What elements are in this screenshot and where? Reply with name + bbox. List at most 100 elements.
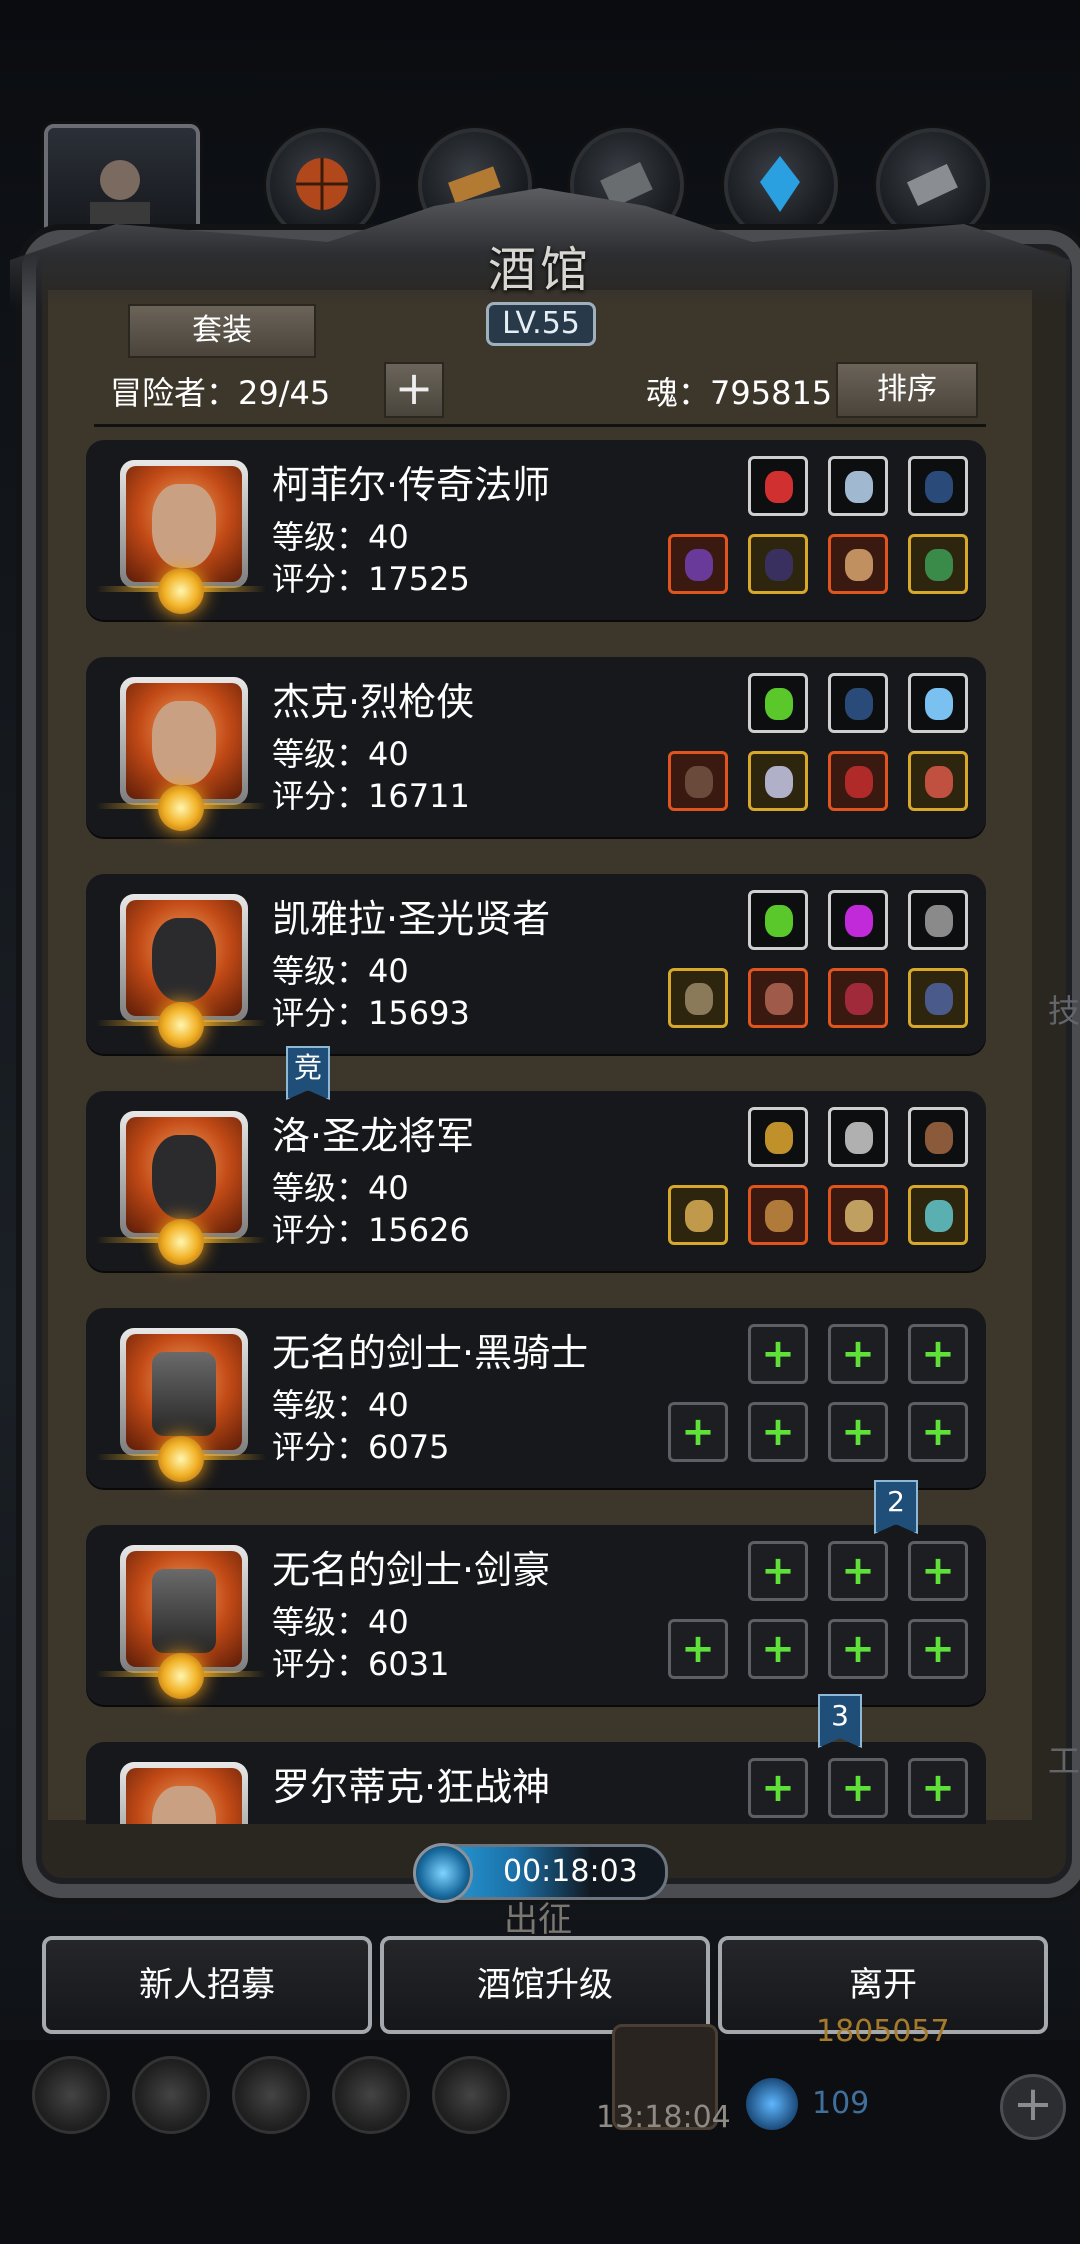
equipment-slot[interactable] (828, 1185, 888, 1245)
empty-equipment-slot[interactable]: + (748, 1619, 808, 1679)
equipment-icon (685, 1200, 713, 1232)
add-currency-button[interactable]: + (1000, 2074, 1066, 2140)
game-clock: 13:18:04 (596, 2100, 731, 2135)
tab-crystal[interactable] (724, 128, 838, 242)
equipment-slot[interactable] (828, 968, 888, 1028)
equipment-icon (765, 471, 793, 503)
panel-title: 酒馆 (487, 242, 592, 298)
equipment-slot[interactable] (668, 1185, 728, 1245)
hero-level: 等级：40 (272, 1603, 409, 1641)
tab-basketball[interactable] (266, 128, 380, 242)
empty-equipment-slot[interactable]: + (748, 1324, 808, 1384)
settings-icon[interactable] (32, 2056, 110, 2134)
equipment-icon (765, 1122, 793, 1154)
equipment-slot[interactable] (908, 534, 968, 594)
equipment-slot[interactable] (908, 1185, 968, 1245)
hero-card[interactable]: 罗尔蒂克·狂战神 + + + (86, 1742, 986, 1824)
hero-level: 等级：40 (272, 1386, 409, 1424)
equipment-slot[interactable] (908, 751, 968, 811)
equipment-icon (685, 983, 713, 1015)
equipment-icon (765, 1200, 793, 1232)
empty-equipment-slot[interactable]: + (828, 1541, 888, 1601)
equipment-slot[interactable] (908, 673, 968, 733)
equipment-icon (925, 766, 953, 798)
hero-card[interactable]: 凯雅拉·圣光贤者 等级：40 评分：15693 (86, 874, 986, 1054)
hero-avatar (152, 918, 216, 1002)
equipment-slot[interactable] (828, 751, 888, 811)
hero-card[interactable]: 无名的剑士·剑豪 等级：40 评分：6031 + + + + + + + (86, 1525, 986, 1705)
equipment-slot[interactable] (748, 534, 808, 594)
equipment-icon (845, 1200, 873, 1232)
hero-name: 无名的剑士·黑骑士 (272, 1331, 589, 1375)
equipment-icon (765, 549, 793, 581)
equipment-slot[interactable] (828, 673, 888, 733)
empty-equipment-slot[interactable]: + (668, 1402, 728, 1462)
equipment-slot[interactable] (748, 751, 808, 811)
set-button[interactable]: 套装 (128, 304, 316, 358)
hero-card[interactable]: 柯菲尔·传奇法师 等级：40 评分：17525 (86, 440, 986, 620)
hero-card[interactable]: 洛·圣龙将军 等级：40 评分：15626 (86, 1091, 986, 1271)
rank-emblem-icon (158, 1219, 204, 1265)
empty-equipment-slot[interactable]: + (908, 1541, 968, 1601)
equipment-slot[interactable] (748, 673, 808, 733)
hero-name: 柯菲尔·传奇法师 (272, 463, 551, 507)
hero-list[interactable]: 柯菲尔·传奇法师 等级：40 评分：17525 杰克·烈枪侠 等级：40 评分：16711… (86, 440, 986, 1824)
equipment-slot[interactable] (828, 456, 888, 516)
hero-avatar (152, 1135, 216, 1219)
empty-equipment-slot[interactable]: + (908, 1758, 968, 1818)
puzzle-icon[interactable] (432, 2056, 510, 2134)
equipment-slot[interactable] (908, 890, 968, 950)
divider (94, 424, 986, 427)
equipment-slot[interactable] (828, 534, 888, 594)
equipment-slot[interactable] (828, 890, 888, 950)
equipment-slot[interactable] (748, 1185, 808, 1245)
hero-score: 评分：15693 (272, 994, 470, 1032)
shop-icon[interactable] (232, 2056, 310, 2134)
sort-button[interactable]: 排序 (836, 362, 978, 418)
hero-score: 评分：16711 (272, 777, 470, 815)
rank-emblem-icon (158, 568, 204, 614)
hero-card[interactable]: 无名的剑士·黑骑士 等级：40 评分：6075 + + + + + + + (86, 1308, 986, 1488)
equipment-slot[interactable] (668, 751, 728, 811)
empty-equipment-slot[interactable]: + (828, 1402, 888, 1462)
upgrade-tavern-button[interactable]: 酒馆升级 (380, 1936, 710, 2034)
add-equipment-icon: + (681, 1409, 715, 1455)
empty-equipment-slot[interactable]: + (908, 1619, 968, 1679)
empty-equipment-slot[interactable]: + (748, 1541, 808, 1601)
mail-icon[interactable] (332, 2056, 410, 2134)
equipment-slot[interactable] (748, 456, 808, 516)
empty-equipment-slot[interactable]: + (908, 1324, 968, 1384)
empty-equipment-slot[interactable]: + (908, 1402, 968, 1462)
add-equipment-icon: + (761, 1548, 795, 1594)
hero-avatar (152, 701, 216, 785)
hero-card[interactable]: 杰克·烈枪侠 等级：40 评分：16711 (86, 657, 986, 837)
add-equipment-icon: + (921, 1765, 955, 1811)
equipment-slot[interactable] (668, 534, 728, 594)
recruit-button[interactable]: 新人招募 (42, 1936, 372, 2034)
add-adventurer-button[interactable]: + (384, 362, 444, 418)
empty-equipment-slot[interactable]: + (828, 1758, 888, 1818)
equipment-slot[interactable] (908, 1107, 968, 1167)
adventurer-count: 冒险者：29/45 (110, 374, 331, 412)
rank-emblem-icon (158, 1002, 204, 1048)
equipment-slot[interactable] (748, 968, 808, 1028)
add-equipment-icon: + (841, 1626, 875, 1672)
empty-equipment-slot[interactable]: + (748, 1758, 808, 1818)
rank-emblem-icon (158, 1653, 204, 1699)
empty-equipment-slot[interactable]: + (828, 1619, 888, 1679)
empty-equipment-slot[interactable]: + (668, 1619, 728, 1679)
side-label-skill: 技 (1048, 992, 1080, 1030)
equipment-slot[interactable] (748, 890, 808, 950)
equipment-slot[interactable] (828, 1107, 888, 1167)
portrait-icon (90, 160, 150, 230)
tab-iron[interactable] (876, 128, 990, 242)
achievement-icon[interactable] (132, 2056, 210, 2134)
hero-portrait[interactable] (120, 1762, 248, 1824)
equipment-slot[interactable] (668, 968, 728, 1028)
equipment-slot[interactable] (908, 456, 968, 516)
empty-equipment-slot[interactable]: + (748, 1402, 808, 1462)
equipment-slot[interactable] (748, 1107, 808, 1167)
portrait-frame (126, 900, 242, 1016)
equipment-slot[interactable] (908, 968, 968, 1028)
empty-equipment-slot[interactable]: + (828, 1324, 888, 1384)
